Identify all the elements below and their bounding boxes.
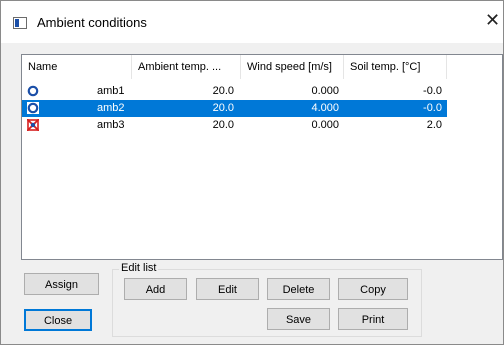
column-header-name[interactable]: Name bbox=[22, 55, 132, 79]
list-header: Name Ambient temp. ... Wind speed [m/s] … bbox=[22, 55, 502, 79]
print-button[interactable]: Print bbox=[338, 308, 408, 330]
title-bar: Ambient conditions ✕ bbox=[1, 1, 503, 43]
list-row[interactable]: amb1 20.0 0.000 -0.0 bbox=[22, 83, 447, 100]
column-header-soil-temp[interactable]: Soil temp. [°C] bbox=[344, 55, 447, 79]
close-button[interactable]: Close bbox=[24, 309, 92, 331]
app-icon bbox=[13, 17, 27, 29]
row-name: amb2 bbox=[97, 102, 125, 114]
row-ambient-temp: 20.0 bbox=[212, 102, 234, 114]
row-name: amb1 bbox=[97, 85, 125, 97]
ambient-list[interactable]: Name Ambient temp. ... Wind speed [m/s] … bbox=[21, 54, 503, 260]
row-soil-temp: -0.0 bbox=[423, 85, 442, 97]
column-header-ambient-temp[interactable]: Ambient temp. ... bbox=[132, 55, 241, 79]
add-button[interactable]: Add bbox=[124, 278, 187, 300]
row-wind-speed: 0.000 bbox=[311, 119, 339, 131]
circle-icon bbox=[27, 85, 39, 97]
crossed-box-icon bbox=[27, 119, 39, 131]
row-wind-speed: 0.000 bbox=[311, 85, 339, 97]
row-soil-temp: -0.0 bbox=[423, 102, 442, 114]
row-soil-temp: 2.0 bbox=[426, 119, 442, 131]
close-icon[interactable]: ✕ bbox=[485, 11, 500, 29]
column-header-wind-speed[interactable]: Wind speed [m/s] bbox=[241, 55, 344, 79]
list-row-selected[interactable]: amb2 20.0 4.000 -0.0 bbox=[22, 100, 447, 117]
edit-button[interactable]: Edit bbox=[196, 278, 259, 300]
list-row[interactable]: amb3 20.0 0.000 2.0 bbox=[22, 117, 447, 134]
row-wind-speed: 4.000 bbox=[311, 102, 339, 114]
row-name: amb3 bbox=[97, 119, 125, 131]
assign-button[interactable]: Assign bbox=[24, 273, 99, 295]
window-title: Ambient conditions bbox=[37, 15, 147, 30]
edit-list-group-label: Edit list bbox=[119, 262, 159, 274]
copy-button[interactable]: Copy bbox=[338, 278, 408, 300]
save-button[interactable]: Save bbox=[267, 308, 330, 330]
dialog-window: Ambient conditions ✕ Name Ambient temp. … bbox=[0, 0, 504, 345]
row-ambient-temp: 20.0 bbox=[212, 119, 234, 131]
circle-icon bbox=[27, 102, 39, 114]
delete-button[interactable]: Delete bbox=[267, 278, 330, 300]
row-ambient-temp: 20.0 bbox=[212, 85, 234, 97]
